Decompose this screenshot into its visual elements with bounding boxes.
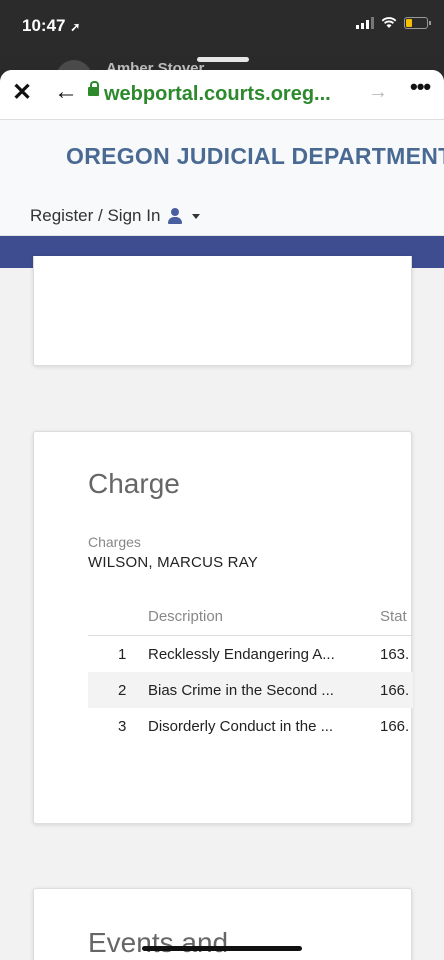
table-row: 2 Bias Crime in the Second ... 166. [88, 672, 413, 708]
charges-label: Charges [88, 534, 141, 550]
table-row: 1 Recklessly Endangering A... 163. [88, 636, 413, 672]
charge-description: Recklessly Endangering A... [148, 646, 335, 663]
column-header-description: Description [148, 608, 224, 625]
charges-table: Description Stat 1 Recklessly Endangerin… [88, 598, 413, 744]
sheet-grabber[interactable] [197, 57, 249, 62]
url-text[interactable]: webportal.courts.oreg... [104, 83, 331, 106]
site-title[interactable]: OREGON JUDICIAL DEPARTMENT [66, 143, 444, 170]
table-row: 3 Disorderly Conduct in the ... 166. [88, 708, 413, 744]
user-icon[interactable] [168, 208, 183, 224]
back-arrow-icon[interactable]: ← [54, 80, 78, 104]
wifi-icon [381, 17, 397, 28]
forward-arrow-icon[interactable]: → [368, 81, 388, 103]
charge-description: Disorderly Conduct in the ... [148, 718, 334, 735]
caret-down-icon[interactable] [192, 213, 201, 219]
clock-text: 10:47 [22, 16, 66, 35]
column-header-statute: Stat [380, 608, 407, 625]
status-time: 10:47 ➚ [22, 16, 80, 36]
status-bar: 10:47 ➚ [0, 0, 444, 56]
location-arrow-icon: ➚ [70, 20, 81, 34]
register-signin-link[interactable]: Register / Sign In [30, 206, 201, 226]
home-indicator[interactable] [142, 946, 302, 951]
more-options-icon[interactable]: ••• [410, 74, 431, 100]
site-header: OREGON JUDICIAL DEPARTMENT Register / Si… [0, 120, 444, 236]
charge-number: 2 [118, 682, 127, 699]
browser-toolbar: ✕ ← webportal.courts.oreg... → ••• [0, 70, 444, 120]
lock-icon [88, 81, 99, 96]
charge-statute: 166. [380, 682, 410, 699]
charge-card: Charge Charges WILSON, MARCUS RAY Descri… [33, 431, 413, 824]
browser-sheet: ✕ ← webportal.courts.oreg... → ••• OREGO… [0, 70, 444, 960]
charge-number: 1 [118, 646, 127, 663]
battery-icon [404, 17, 431, 29]
close-icon[interactable]: ✕ [12, 81, 32, 105]
charge-statute: 163. [380, 646, 410, 663]
charge-number: 3 [118, 718, 127, 735]
cellular-signal-icon [356, 17, 374, 29]
signin-label[interactable]: Register / Sign In [30, 206, 160, 226]
section-title: Charge [88, 468, 180, 499]
charge-description: Bias Crime in the Second ... [148, 682, 334, 699]
status-indicators [356, 17, 431, 29]
defendant-name: WILSON, MARCUS RAY [88, 554, 259, 571]
table-header: Description Stat [88, 598, 413, 636]
charge-statute: 166. [380, 718, 410, 735]
section-title: Events and [88, 927, 229, 958]
previous-section-card [33, 256, 412, 366]
